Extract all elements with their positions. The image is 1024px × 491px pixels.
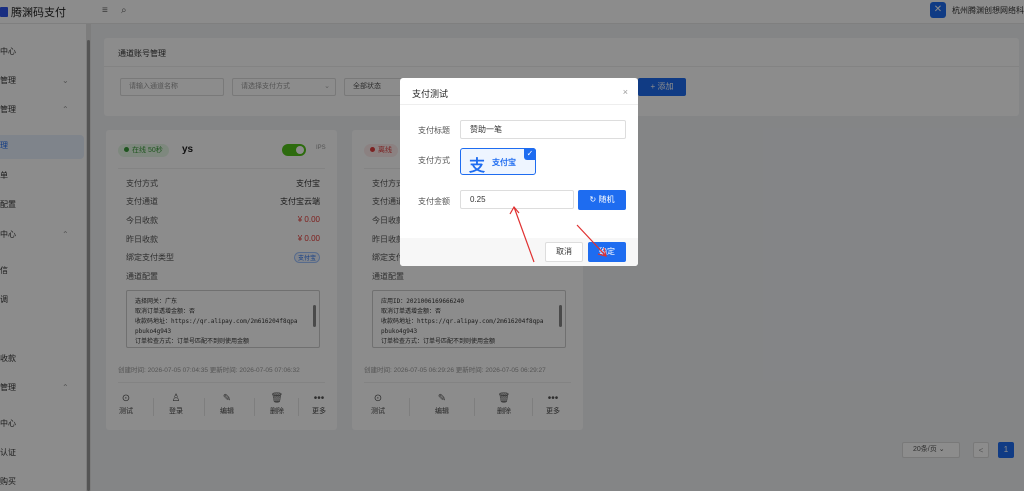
close-icon[interactable]: × — [623, 87, 628, 97]
alipay-option[interactable]: 支 支付宝 ✓ — [460, 148, 536, 175]
subject-input[interactable]: 赞助一笔 — [460, 120, 626, 139]
random-label: 随机 — [598, 195, 615, 204]
refresh-icon: ↻ — [589, 195, 597, 204]
dialog-title: 支付测试 — [412, 89, 449, 99]
random-button[interactable]: ↻ 随机 — [578, 190, 626, 210]
confirm-button[interactable]: 确定 — [588, 242, 626, 262]
cancel-button[interactable]: 取消 — [545, 242, 583, 262]
subject-label: 支付标题 — [418, 126, 450, 135]
amount-value: 0.25 — [470, 195, 486, 204]
check-icon: ✓ — [524, 148, 536, 160]
divider — [400, 104, 638, 105]
payment-test-dialog: 支付测试 × 支付标题 赞助一笔 支付方式 支 支付宝 ✓ 支付金额 0.25 … — [400, 78, 638, 266]
alipay-option-label: 支付宝 — [492, 158, 516, 167]
alipay-logo-icon: 支 — [469, 158, 486, 175]
amount-input[interactable]: 0.25 — [460, 190, 574, 209]
subject-value: 赞助一笔 — [470, 125, 502, 134]
method-label: 支付方式 — [418, 156, 450, 165]
amount-label: 支付金额 — [418, 197, 450, 206]
